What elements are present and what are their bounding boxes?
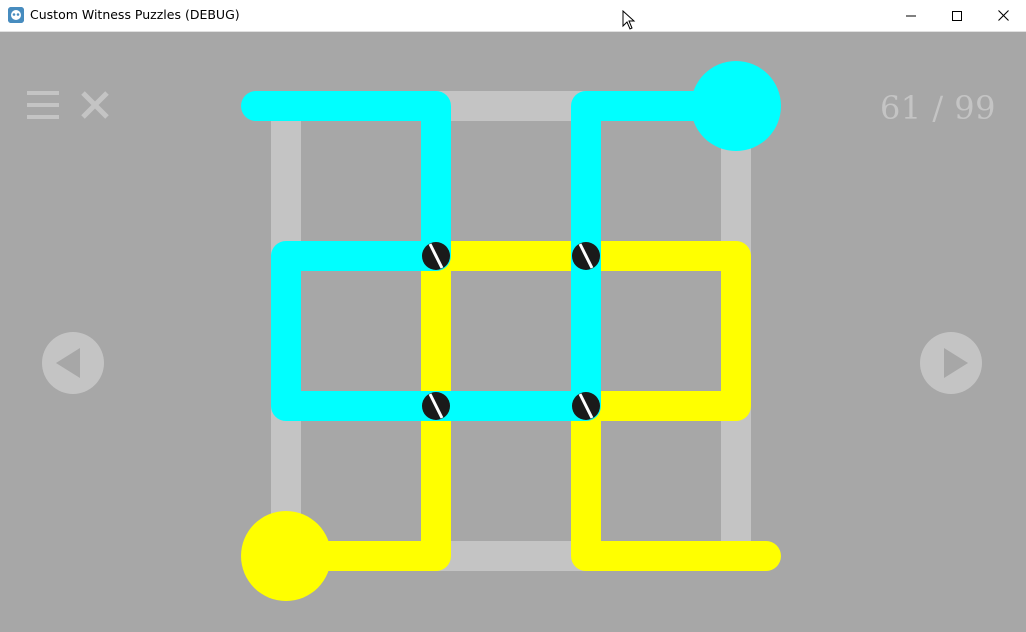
cyan-start-point — [691, 61, 781, 151]
crossing-marker — [422, 392, 450, 420]
level-counter: 61 / 99 — [879, 89, 996, 127]
close-window-button[interactable] — [980, 0, 1026, 31]
previous-level-button[interactable] — [42, 332, 104, 394]
app-window: Custom Witness Puzzles (DEBUG) 61 / 99 — [0, 0, 1026, 632]
puzzle-board[interactable] — [0, 31, 1026, 632]
maximize-button[interactable] — [934, 0, 980, 31]
maximize-icon — [952, 10, 962, 21]
yellow-start-point — [241, 511, 331, 601]
close-icon — [997, 10, 1009, 21]
game-viewport: 61 / 99 — [0, 31, 1026, 632]
close-x-icon[interactable] — [80, 90, 110, 120]
hamburger-menu-icon[interactable] — [27, 91, 59, 119]
mouse-cursor-icon — [622, 10, 636, 30]
crossing-marker — [422, 242, 450, 270]
godot-logo-icon — [8, 7, 24, 23]
window-title: Custom Witness Puzzles (DEBUG) — [30, 7, 240, 22]
minimize-button[interactable] — [888, 0, 934, 31]
crossing-marker — [572, 392, 600, 420]
crossing-marker — [572, 242, 600, 270]
puzzle-grid — [271, 91, 751, 571]
title-bar[interactable]: Custom Witness Puzzles (DEBUG) — [0, 0, 1026, 32]
next-level-button[interactable] — [920, 332, 982, 394]
minimize-icon — [906, 15, 916, 16]
